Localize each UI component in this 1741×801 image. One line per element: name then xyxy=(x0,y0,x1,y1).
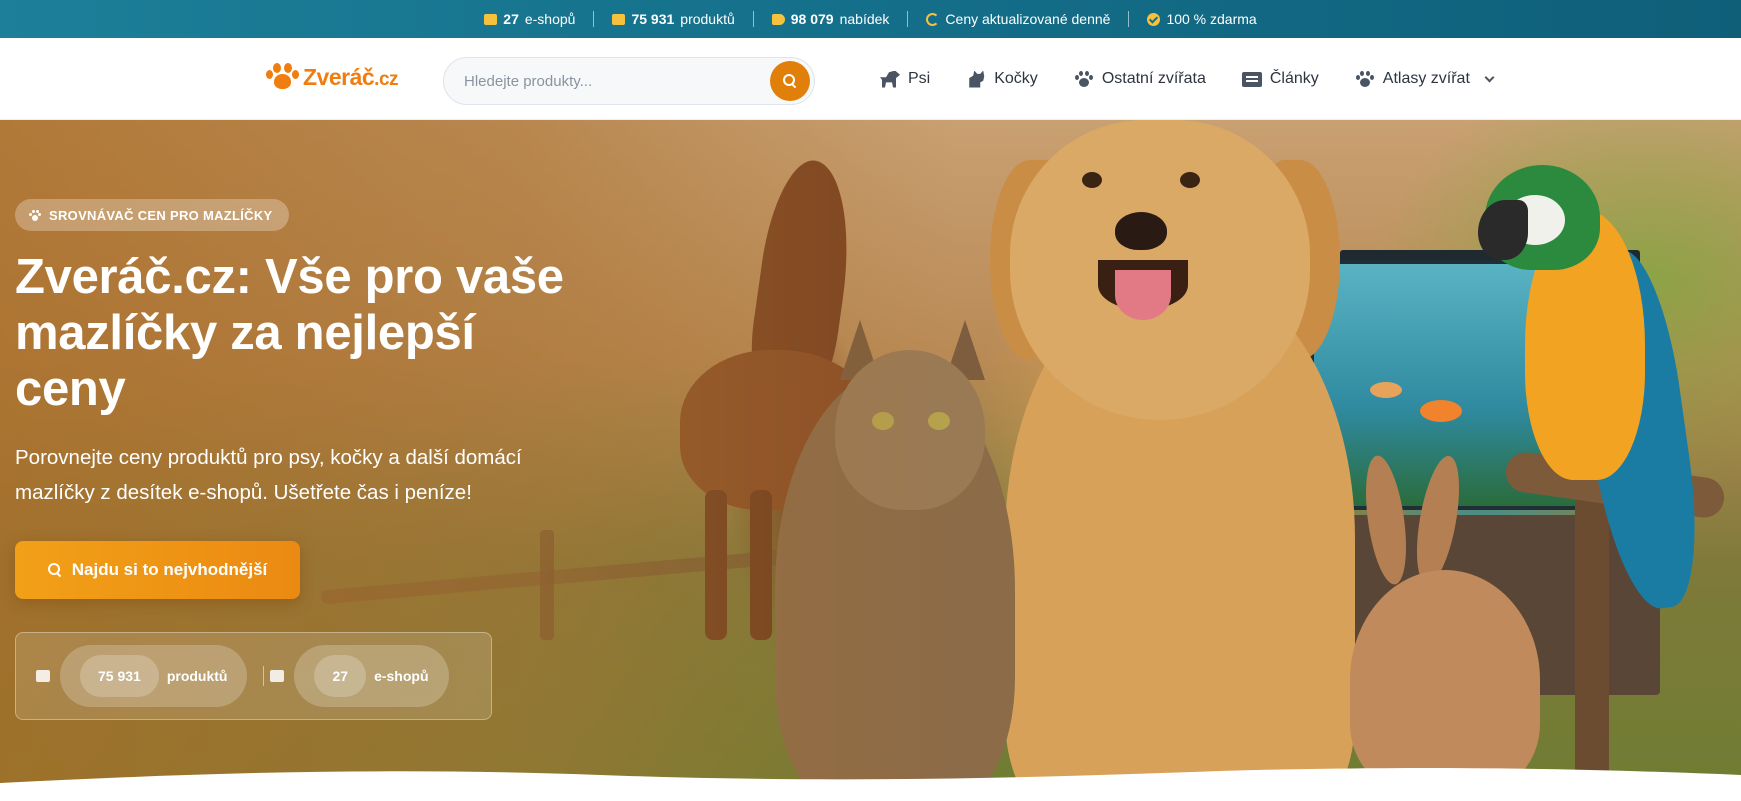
hero-headline: Zveráč.cz: Vše pro vaše mazlíčky za nejl… xyxy=(15,250,564,416)
main-nav: Psi Kočky Ostatní zvířata Články Atlasy … xyxy=(862,38,1511,120)
paw-logo-icon xyxy=(265,62,299,92)
search-input[interactable] xyxy=(444,58,770,104)
topbar-stat-label: nabídek xyxy=(839,11,890,27)
search-icon xyxy=(783,74,797,88)
nav-item-label: Psi xyxy=(908,70,931,87)
topbar-stat-eshops: 27 e-shopů xyxy=(466,11,593,27)
search-icon xyxy=(47,563,62,577)
hero-stat-value: 75 931 xyxy=(80,655,159,697)
nav-item-label: Kočky xyxy=(994,70,1038,87)
top-info-bar: 27 e-shopů 75 931 produktů 98 079 nabíde… xyxy=(0,0,1741,38)
hero-stats-box: 75 931 produktů 27 e-shopů xyxy=(15,632,492,720)
topbar-stat-updates: Ceny aktualizované denně xyxy=(908,11,1128,27)
topbar-stat-free: 100 % zdarma xyxy=(1129,11,1274,27)
chevron-down-icon xyxy=(1484,72,1495,82)
nav-item-ostatni-zvirata[interactable]: Ostatní zvířata xyxy=(1056,70,1224,88)
topbar-stat-value: 27 xyxy=(503,11,519,27)
check-circle-icon xyxy=(1147,12,1161,26)
box-icon xyxy=(612,13,626,25)
cat-icon xyxy=(969,70,985,88)
topbar-stat-label: 100 % zdarma xyxy=(1166,11,1257,27)
nav-item-clanky[interactable]: Články xyxy=(1224,70,1337,88)
cta-label: Najdu si to nejvhodnější xyxy=(71,560,268,579)
hero-stat-label: produktů xyxy=(166,668,228,684)
hero-stat-label: e-shopů xyxy=(374,668,429,684)
newspaper-icon xyxy=(1241,71,1262,87)
stats-divider xyxy=(263,666,265,686)
hero-badge-label: SROVNÁVAČ CEN PRO MAZLÍČKY xyxy=(49,207,273,223)
paw-icon xyxy=(29,209,41,221)
site-header: Zveráč.cz Psi Kočky Ostatní zvířata xyxy=(0,38,1741,120)
topbar-stat-label: e-shopů xyxy=(524,11,576,27)
refresh-icon xyxy=(926,12,940,26)
store-icon xyxy=(270,670,285,682)
paw-icon xyxy=(1355,70,1375,88)
nav-item-psi[interactable]: Psi xyxy=(862,70,948,88)
nav-item-label: Články xyxy=(1269,70,1319,87)
topbar-stat-offers: 98 079 nabídek xyxy=(754,11,908,27)
topbar-stat-label: produktů xyxy=(680,11,735,27)
find-best-button[interactable]: Najdu si to nejvhodnější xyxy=(15,541,300,599)
hero-subtext: Porovnejte ceny produktů pro psy, kočky … xyxy=(15,446,522,504)
box-icon xyxy=(36,670,50,682)
store-icon xyxy=(484,13,498,25)
site-logo[interactable]: Zveráč.cz xyxy=(265,62,399,92)
nav-item-label: Ostatní zvířata xyxy=(1101,70,1206,87)
dog-icon xyxy=(880,70,900,88)
topbar-stat-value: 75 931 xyxy=(631,11,675,27)
logo-text: Zveráč.cz xyxy=(303,63,399,90)
hero-stat-products: 75 931 produktů xyxy=(60,645,248,707)
tag-icon xyxy=(771,13,785,25)
nav-item-kocky[interactable]: Kočky xyxy=(948,70,1056,88)
topbar-stat-label: Ceny aktualizované denně xyxy=(945,11,1111,27)
nav-item-label: Atlasy zvířat xyxy=(1382,70,1470,87)
hero-stat-value: 27 xyxy=(314,655,367,697)
hero-wave-divider xyxy=(0,768,1741,801)
topbar-stat-value: 98 079 xyxy=(790,11,834,27)
search-bar xyxy=(443,57,815,105)
paw-icon xyxy=(1074,70,1094,88)
hero-badge: SROVNÁVAČ CEN PRO MAZLÍČKY xyxy=(15,199,289,231)
hero-stat-eshops: 27 e-shopů xyxy=(294,645,449,707)
nav-item-atlasy-zvirat[interactable]: Atlasy zvířat xyxy=(1337,70,1511,88)
topbar-stat-products: 75 931 produktů xyxy=(594,11,752,27)
search-button[interactable] xyxy=(770,61,810,101)
